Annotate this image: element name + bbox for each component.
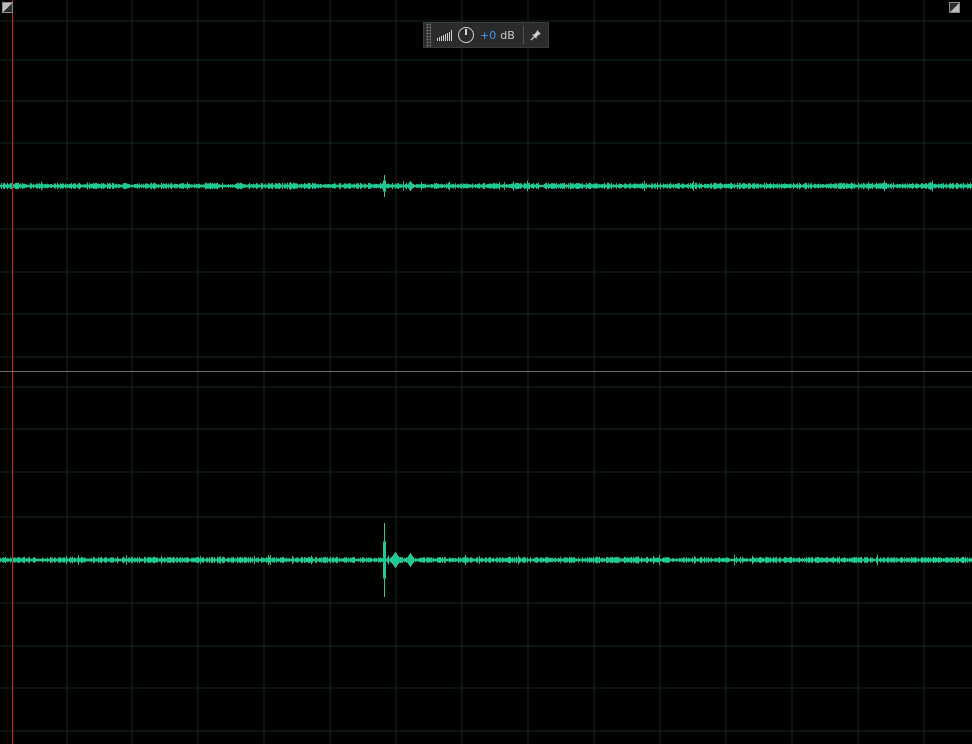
zoom-corner-right-button[interactable] <box>949 2 960 13</box>
waveform-path <box>0 523 972 597</box>
channel-1-graph <box>0 0 972 371</box>
channel-1-waveform[interactable] <box>0 0 972 371</box>
channel-2-graph <box>0 372 972 744</box>
level-meter-icon <box>437 29 452 41</box>
hud-separator <box>523 26 524 44</box>
playhead-cursor[interactable] <box>12 0 13 744</box>
drag-handle-icon[interactable] <box>426 23 431 47</box>
waveform-path <box>0 175 972 197</box>
volume-hud[interactable]: +0 dB <box>423 22 549 48</box>
volume-value[interactable]: +0 <box>480 29 496 42</box>
pin-icon[interactable] <box>528 27 544 43</box>
zoom-corner-left-button[interactable] <box>2 2 13 13</box>
waveform-editor[interactable]: +0 dB <box>0 0 972 744</box>
volume-knob-icon[interactable] <box>458 27 474 43</box>
channel-2-waveform[interactable] <box>0 372 972 744</box>
volume-unit: dB <box>500 28 515 42</box>
